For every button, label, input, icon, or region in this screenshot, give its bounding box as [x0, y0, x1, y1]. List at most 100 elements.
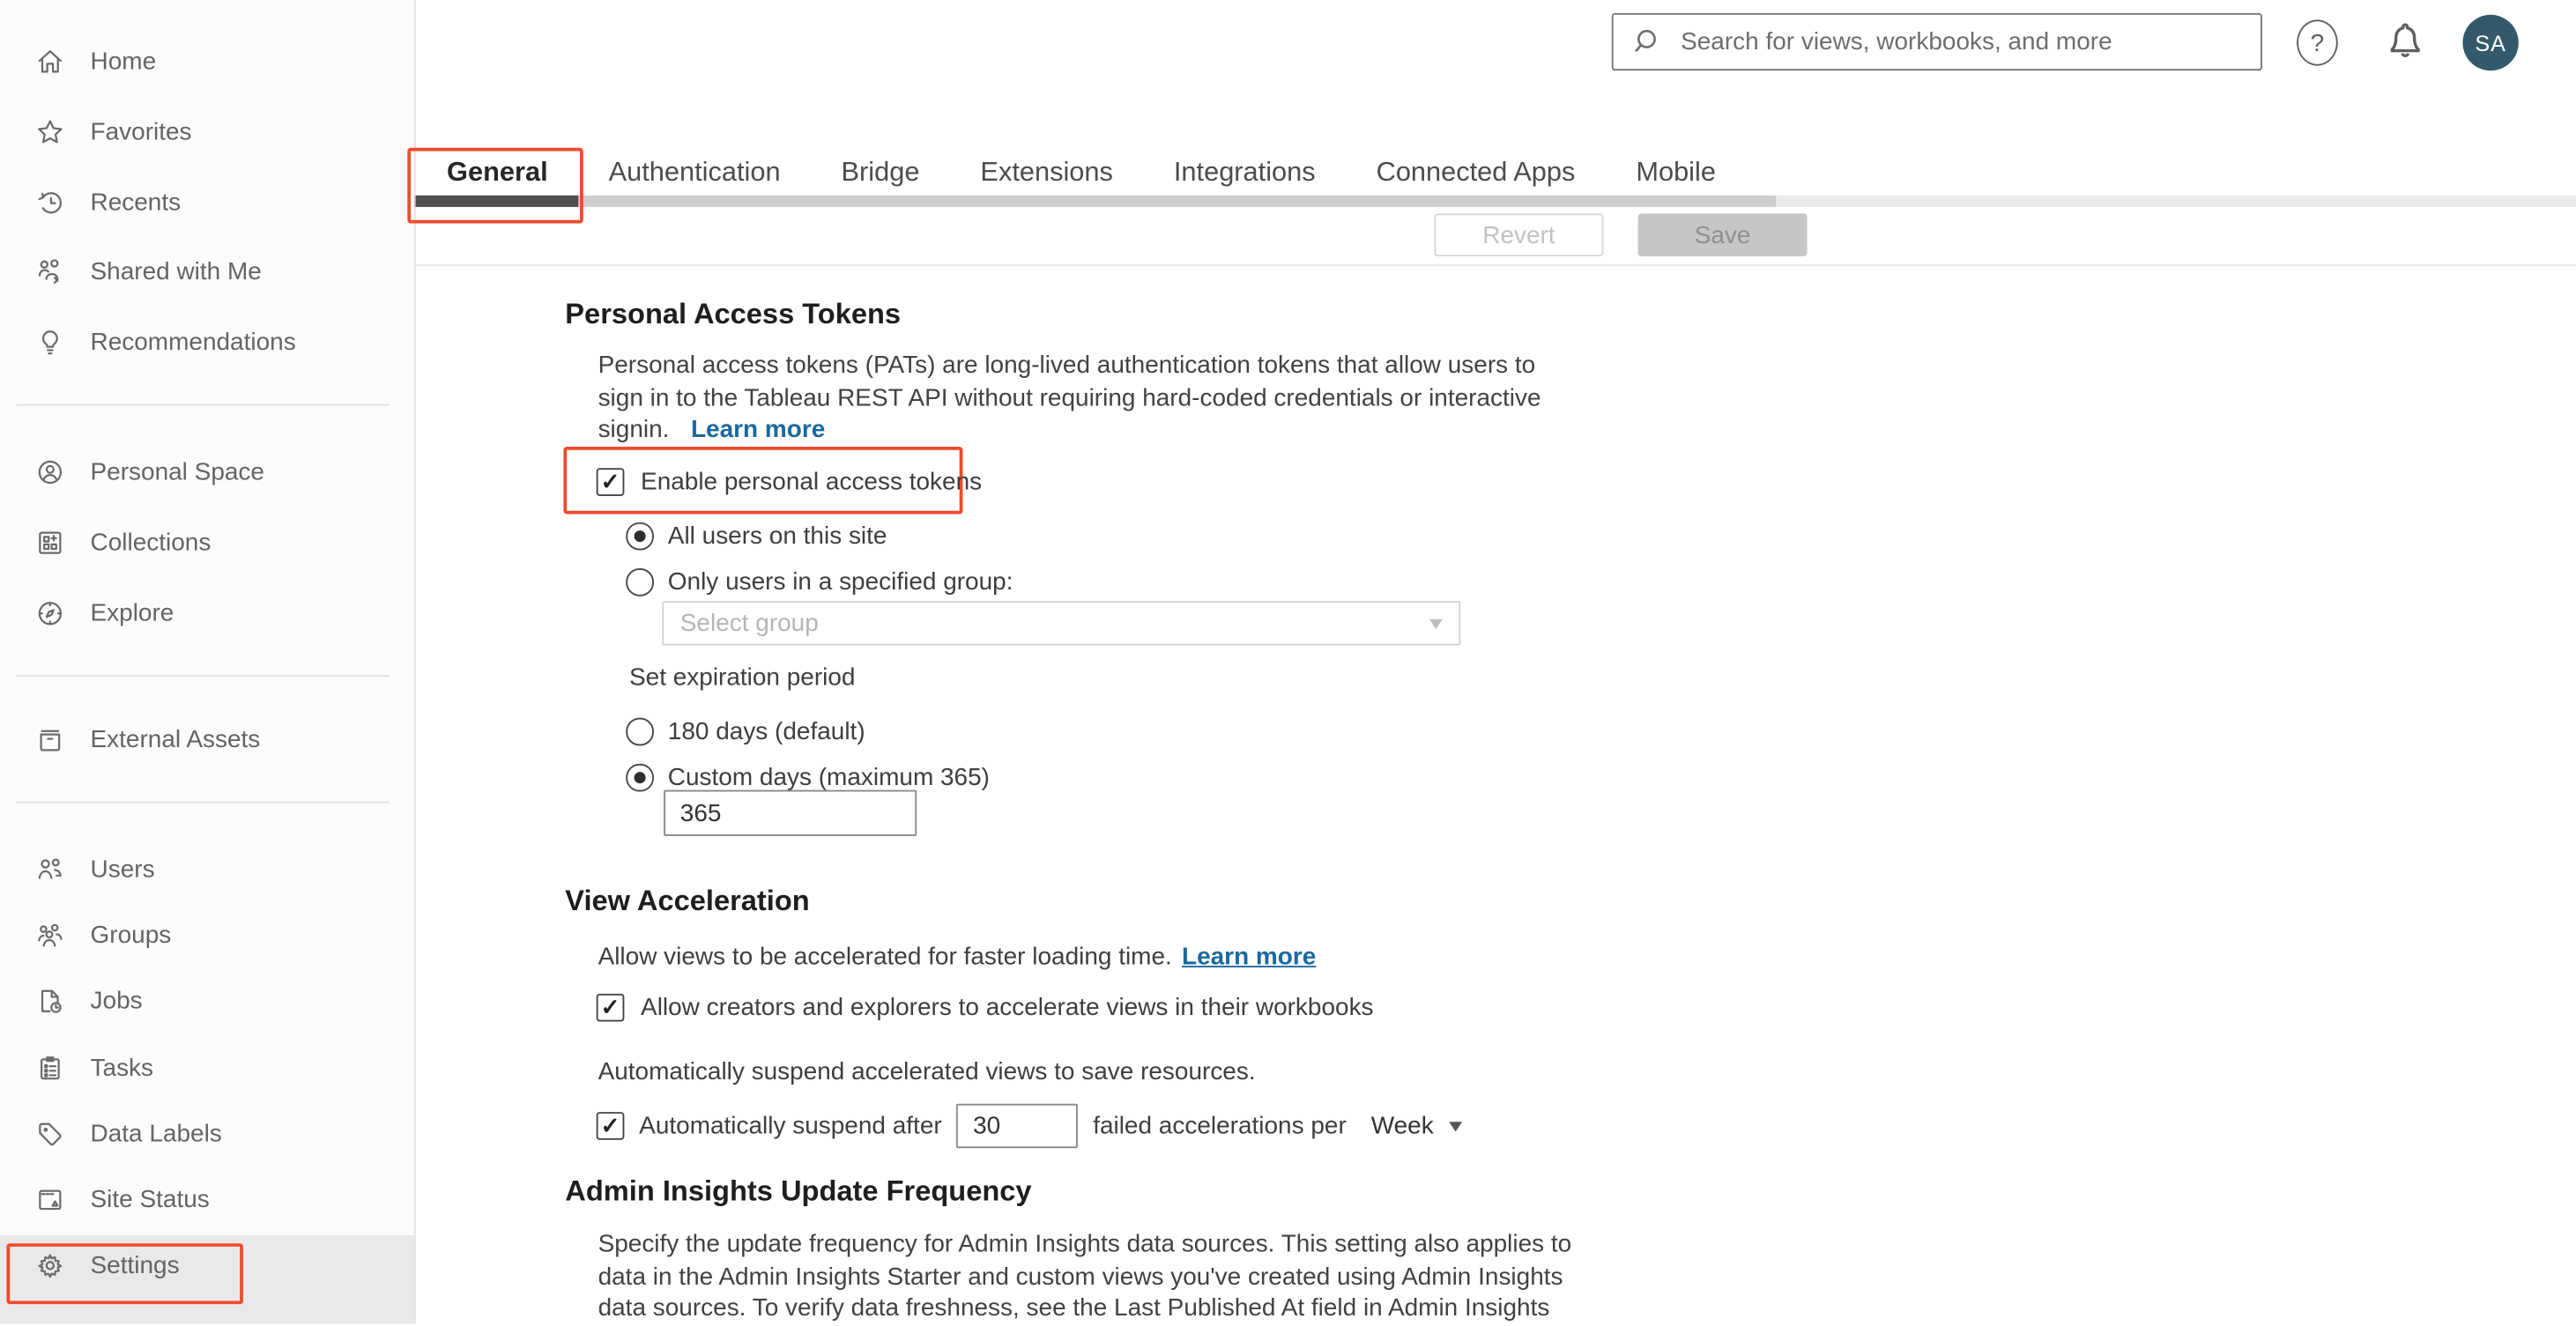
star-icon [38, 120, 63, 144]
sidebar-item-site-status[interactable]: Site Status [0, 1167, 414, 1233]
allow-accel-label: Allow creators and explorers to accelera… [641, 993, 1374, 1022]
search-input[interactable] [1677, 26, 2261, 58]
sidebar-item-label: Collections [90, 528, 212, 557]
sidebar-item-explore[interactable]: Explore [0, 580, 414, 646]
notifications-bell-icon[interactable] [2382, 17, 2428, 74]
section-title-admin-insights: Admin Insights Update Frequency [565, 1174, 1032, 1208]
sidebar-item-label: Explore [90, 598, 174, 627]
sidebar-item-recommendations[interactable]: Recommendations [0, 309, 414, 375]
auto-suspend-label: Automatically suspend after [639, 1112, 942, 1140]
sidebar-item-settings[interactable]: Settings [0, 1233, 414, 1299]
tab-mobile[interactable]: Mobile [1636, 158, 1716, 189]
chevron-down-icon[interactable] [1448, 1121, 1462, 1131]
sidebar-item-users[interactable]: Users [0, 837, 414, 903]
tableau-settings-page: Home Favorites Recents Shared with Me Re… [0, 0, 2576, 1324]
expiration-180-radio[interactable] [626, 718, 654, 745]
scope-all-users-label: All users on this site [667, 522, 887, 551]
tag-icon [39, 1122, 62, 1146]
search-icon [1635, 28, 1656, 51]
avatar[interactable]: SA [2462, 14, 2519, 71]
revert-button[interactable]: Revert [1434, 213, 1604, 256]
sidebar-item-label: External Assets [90, 725, 261, 753]
history-icon [38, 192, 62, 214]
sidebar-item-collections[interactable]: Collections [0, 509, 414, 575]
admin-insights-description: Specify the update frequency for Admin I… [598, 1230, 1572, 1323]
tab-bar: General Authentication Bridge Extensions… [447, 158, 1716, 189]
sidebar-item-personal-space[interactable]: Personal Space [0, 439, 414, 505]
sidebar-divider [16, 675, 390, 678]
jobs-icon [41, 989, 62, 1013]
allow-accel-checkbox[interactable]: ✓ [596, 993, 625, 1022]
gear-icon [38, 1254, 63, 1278]
pat-learn-more-link[interactable]: Learn more [691, 416, 825, 444]
sidebar: Home Favorites Recents Shared with Me Re… [0, 0, 416, 1324]
sidebar-divider [16, 404, 390, 406]
sidebar-item-label: Tasks [90, 1054, 154, 1083]
scope-all-users-radio[interactable] [626, 522, 654, 551]
section-title-pat: Personal Access Tokens [565, 297, 902, 330]
sidebar-item-label: Settings [90, 1251, 180, 1280]
auto-suspend-row: ✓ Automatically suspend after failed acc… [596, 1103, 1462, 1149]
sidebar-item-groups[interactable]: Groups [0, 902, 414, 968]
sidebar-item-jobs[interactable]: Jobs [0, 968, 414, 1034]
sidebar-item-shared-with-me[interactable]: Shared with Me [0, 239, 414, 305]
chevron-down-icon [1429, 618, 1443, 629]
expiration-custom-radio[interactable] [626, 764, 654, 792]
sidebar-item-label: Shared with Me [90, 257, 262, 286]
suspend-description: Automatically suspend accelerated views … [598, 1057, 1256, 1086]
help-icon[interactable] [2297, 19, 2338, 66]
tab-track [413, 195, 1777, 207]
expiration-custom-row: Custom days (maximum 365) [626, 764, 990, 792]
sidebar-item-external-assets[interactable]: External Assets [0, 707, 414, 773]
content-divider [413, 264, 2576, 267]
suspend-suffix-label: failed accelerations per [1093, 1112, 1347, 1140]
users-icon [38, 858, 62, 879]
suspend-period-select[interactable]: Week [1371, 1112, 1434, 1140]
sidebar-item-recents[interactable]: Recents [0, 170, 414, 236]
enable-pat-label: Enable personal access tokens [641, 468, 983, 496]
person-circle-icon [38, 459, 63, 484]
auto-suspend-checkbox[interactable]: ✓ [596, 1112, 625, 1140]
sidebar-item-label: Jobs [90, 987, 143, 1016]
sidebar-divider [16, 801, 390, 804]
enable-pat-row: ✓ Enable personal access tokens [596, 468, 983, 496]
tab-bridge[interactable]: Bridge [842, 158, 920, 189]
bell-icon [2390, 23, 2420, 57]
tasks-icon [41, 1056, 60, 1080]
home-icon [38, 49, 63, 72]
sidebar-item-label: Favorites [90, 118, 192, 146]
group-select-placeholder: Select group [679, 609, 819, 638]
sidebar-item-label: Recommendations [90, 328, 296, 357]
tab-general[interactable]: General [447, 158, 548, 189]
sidebar-item-favorites[interactable]: Favorites [0, 100, 414, 166]
compass-icon [38, 601, 63, 625]
suspend-threshold-input[interactable] [956, 1103, 1079, 1149]
custom-days-input[interactable] [664, 789, 917, 836]
view-accel-description: Allow views to be accelerated for faster… [598, 943, 1317, 971]
sidebar-item-label: Recents [90, 189, 182, 218]
tab-connected-apps[interactable]: Connected Apps [1377, 158, 1576, 189]
sidebar-item-label: Site Status [90, 1185, 210, 1214]
sidebar-item-data-labels[interactable]: Data Labels [0, 1101, 414, 1167]
sidebar-item-label: Personal Space [90, 457, 264, 485]
section-title-view-acceleration: View Acceleration [565, 883, 810, 917]
tab-integrations[interactable]: Integrations [1174, 158, 1316, 189]
sidebar-item-label: Home [90, 47, 157, 75]
view-accel-learn-more-link[interactable]: Learn more [1182, 943, 1316, 971]
enable-pat-checkbox[interactable]: ✓ [596, 468, 625, 496]
scope-group-label: Only users in a specified group: [667, 568, 1013, 596]
sidebar-item-label: Groups [90, 921, 172, 950]
group-select-dropdown[interactable]: Select group [662, 601, 1461, 646]
collections-icon [39, 530, 62, 553]
tab-authentication[interactable]: Authentication [609, 158, 781, 189]
save-button[interactable]: Save [1637, 213, 1808, 256]
sidebar-item-tasks[interactable]: Tasks [0, 1035, 414, 1101]
avatar-initials: SA [2475, 30, 2506, 56]
scope-group-radio[interactable] [626, 568, 654, 596]
expiration-180-label: 180 days (default) [667, 717, 865, 746]
allow-accel-row: ✓ Allow creators and explorers to accele… [596, 993, 1374, 1022]
tab-extensions[interactable]: Extensions [980, 158, 1112, 189]
sidebar-item-home[interactable]: Home [0, 28, 414, 94]
sidebar-item-label: Data Labels [90, 1120, 222, 1149]
sidebar-item-label: Users [90, 856, 155, 884]
